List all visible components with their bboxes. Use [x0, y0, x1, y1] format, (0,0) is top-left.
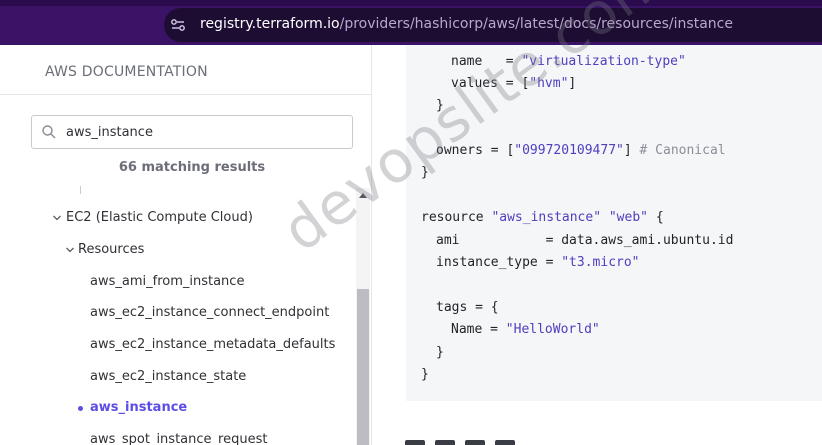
- code-string: "HelloWorld": [505, 322, 600, 337]
- code-comment: # Canonical: [639, 143, 726, 158]
- scrollbar-thumb[interactable]: [357, 289, 369, 445]
- code-string: "web": [608, 210, 648, 225]
- code-punctuation: ]: [623, 143, 632, 158]
- code-line: }: [436, 345, 444, 360]
- code-line: tags = {: [436, 300, 499, 315]
- code-punctuation: {: [655, 210, 664, 225]
- sidebar-item-aws-ec2-instance-metadata-defaults[interactable]: aws_ec2_instance_metadata_defaults: [90, 337, 335, 352]
- code-string: "099720109477": [514, 143, 624, 158]
- code-key: Name: [451, 322, 483, 337]
- site-settings-icon[interactable]: [170, 17, 186, 33]
- code-operator: =: [545, 255, 554, 270]
- code-line: }: [421, 367, 429, 382]
- sidebar-item-aws-ec2-instance-connect-endpoint[interactable]: aws_ec2_instance_connect_endpoint: [90, 305, 329, 320]
- code-operator: =: [545, 233, 554, 248]
- code-operator: =: [490, 143, 499, 158]
- sidebar-item-aws-spot-instance-request[interactable]: aws_spot_instance_request: [90, 432, 267, 445]
- code-keyword: resource: [421, 210, 484, 225]
- code-key: ami: [436, 233, 460, 248]
- sidebar-divider: [0, 94, 372, 95]
- code-key: tags: [436, 300, 468, 315]
- code-line: instance_type = "t3.micro": [436, 255, 640, 270]
- code-line: Name = "HelloWorld": [451, 322, 600, 337]
- code-value: data.aws_ami.ubuntu.id: [561, 233, 734, 248]
- sidebar-item-resources[interactable]: Resources: [78, 242, 144, 257]
- code-operator: =: [475, 300, 483, 315]
- sidebar-item-aws-ec2-instance-state[interactable]: aws_ec2_instance_state: [90, 369, 246, 384]
- sidebar-item-aws-ami-from-instance[interactable]: aws_ami_from_instance: [90, 274, 244, 289]
- tree-guide-line: [80, 186, 81, 194]
- code-line: owners = ["099720109477"] # Canonical: [436, 143, 726, 158]
- sidebar-item-ec2[interactable]: EC2 (Elastic Compute Cloud): [66, 210, 253, 225]
- code-line: ami = data.aws_ami.ubuntu.id: [436, 233, 733, 248]
- code-operator: =: [490, 322, 498, 337]
- code-key: instance_type: [436, 255, 538, 270]
- code-string: "t3.micro": [561, 255, 640, 270]
- code-punctuation: ]: [568, 76, 577, 91]
- code-string: "aws_instance": [491, 210, 602, 225]
- search-icon: [42, 125, 56, 139]
- active-bullet-icon: [78, 406, 83, 411]
- url-domain: registry.terraform.io: [200, 16, 340, 32]
- chevron-down-icon[interactable]: [65, 245, 75, 255]
- code-line: resource "aws_instance" "web" {: [421, 210, 664, 225]
- sidebar-item-aws-instance[interactable]: aws_instance: [90, 400, 187, 415]
- tab-strip: [0, 0, 822, 6]
- address-url[interactable]: registry.terraform.io/providers/hashicor…: [200, 16, 733, 32]
- code-punctuation: {: [490, 300, 499, 315]
- sidebar-title: AWS DOCUMENTATION: [45, 64, 208, 80]
- chevron-down-icon[interactable]: [52, 213, 62, 223]
- next-heading-cutoff: [405, 436, 565, 445]
- search-value: aws_instance: [66, 125, 153, 140]
